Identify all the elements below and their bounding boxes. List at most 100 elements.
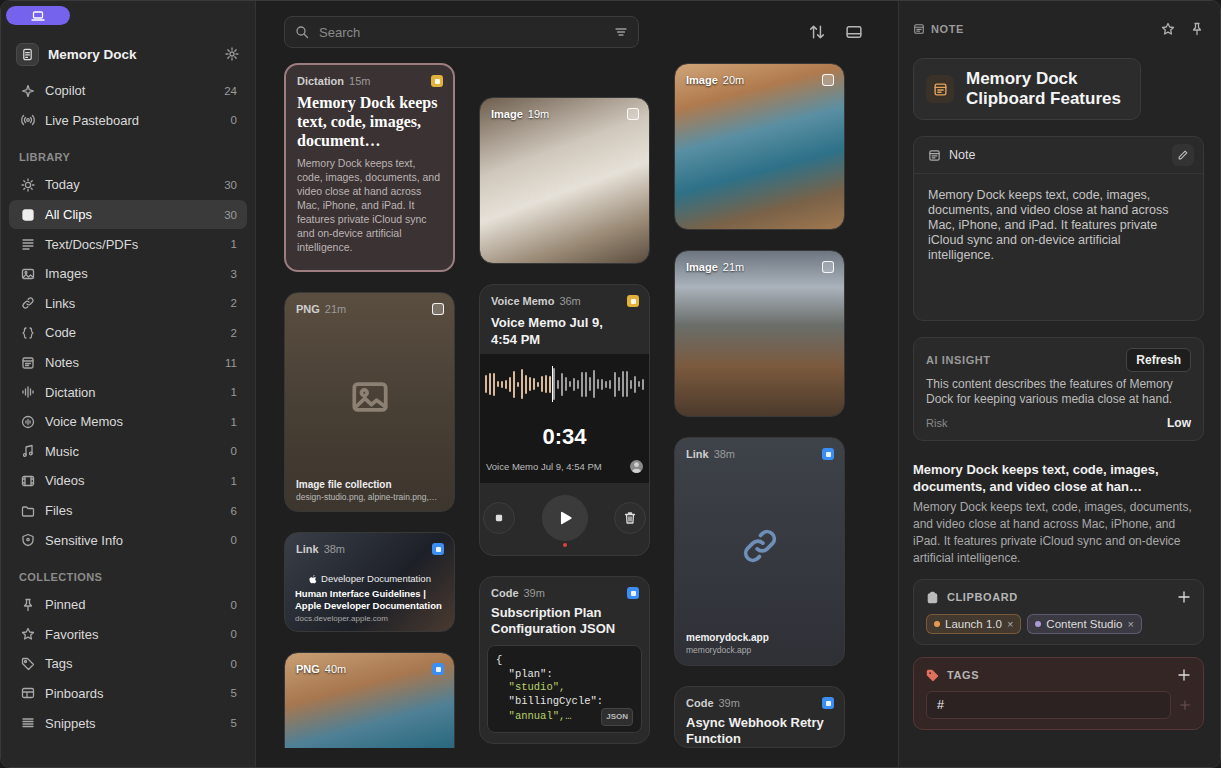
sidebar-count: 1 (231, 238, 237, 250)
sidebar-item[interactable]: Snippets5 (9, 708, 247, 738)
card-corner[interactable] (627, 108, 639, 120)
link-icon (740, 526, 780, 566)
card-header: Code39m (675, 687, 844, 709)
sidebar-item[interactable]: Pinned0 (9, 590, 247, 620)
card-corner[interactable] (627, 587, 639, 599)
card-corner[interactable] (822, 448, 834, 460)
clipboard-section: CLIPBOARDLaunch 1.0×Content Studio× (913, 579, 1204, 645)
add-tag-icon[interactable] (1179, 699, 1191, 711)
select-checkbox[interactable] (432, 303, 444, 315)
card-corner[interactable] (627, 295, 639, 307)
device-badge[interactable] (6, 6, 70, 25)
sidebar-item[interactable]: Files6 (9, 496, 247, 526)
delete-button[interactable] (614, 502, 646, 534)
search-field[interactable] (284, 16, 639, 48)
wave-bar (585, 372, 587, 397)
chip-remove[interactable]: × (1007, 618, 1013, 630)
card-corner[interactable] (432, 663, 444, 675)
star-icon[interactable] (1161, 22, 1175, 36)
detail-title: Memory Dock Clipboard Features (966, 69, 1126, 109)
pin-icon[interactable] (1190, 22, 1204, 36)
stop-button[interactable] (483, 502, 515, 534)
sidebar-item[interactable]: Sensitive Info0 (9, 525, 247, 555)
sidebar-item[interactable]: Tags0 (9, 649, 247, 679)
chip-remove[interactable]: × (1127, 618, 1133, 630)
clip-card[interactable]: Image19m (479, 97, 650, 264)
sidebar-item[interactable]: All Clips30 (9, 200, 247, 230)
card-body: Link38mDeveloper DocumentationHuman Inte… (285, 533, 454, 631)
plus-icon[interactable] (1177, 590, 1191, 604)
clip-card[interactable]: Code39mSubscription Plan Configuration J… (479, 576, 650, 744)
select-checkbox[interactable] (627, 108, 639, 120)
sidebar-item[interactable]: Copilot24 (9, 76, 247, 106)
code-preview: { "plan": "studio", "billingCycle": "ann… (487, 645, 642, 733)
note-text[interactable]: Memory Dock keeps text, code, images, do… (914, 174, 1203, 320)
sort-icon[interactable] (809, 24, 825, 40)
sidebar-count: 30 (224, 209, 237, 221)
card-corner[interactable] (822, 697, 834, 709)
select-checkbox[interactable] (822, 74, 834, 86)
filter-icon[interactable] (614, 25, 628, 39)
clip-card[interactable]: PNG21mImage file collectiondesign-studio… (284, 292, 455, 512)
card-corner[interactable] (431, 75, 443, 87)
card-corner[interactable] (822, 261, 834, 273)
sidebar-item[interactable]: Pinboards5 (9, 679, 247, 709)
sidebar-item[interactable]: Dictation1 (9, 377, 247, 407)
clip-card[interactable]: Link38mmemorydock.appmemorydock.app (674, 437, 845, 666)
tag-input-row: # (926, 691, 1191, 719)
sidebar-item[interactable]: Links2 (9, 289, 247, 319)
gear-icon[interactable] (225, 47, 239, 61)
source-app-glyph (435, 79, 440, 84)
sidebar-count: 0 (231, 114, 237, 126)
clip-card[interactable]: Dictation15mMemory Dock keeps text, code… (284, 63, 455, 272)
clip-card[interactable]: Image20m (674, 63, 845, 230)
plus-icon[interactable] (1177, 668, 1191, 682)
sidebar-item[interactable]: Images3 (9, 259, 247, 289)
detail-panel: NOTEMemory Dock Clipboard FeaturesNoteMe… (898, 1, 1220, 767)
play-button[interactable] (542, 495, 588, 541)
sidebar-item[interactable]: Text/Docs/PDFs1 (9, 229, 247, 259)
sidebar-item[interactable]: Today30 (9, 170, 247, 200)
sidebar-item[interactable]: Voice Memos1 (9, 407, 247, 437)
sidebar-item[interactable]: Music0 (9, 437, 247, 467)
card-age: 39m (719, 697, 740, 709)
edit-button[interactable] (1172, 144, 1194, 166)
sidebar-count: 2 (231, 297, 237, 309)
sidebar-item[interactable]: Code2 (9, 318, 247, 348)
sidebar-count: 1 (231, 386, 237, 398)
source-app-glyph (631, 591, 636, 596)
code-line: "studio", (496, 681, 633, 695)
wave-bar (513, 371, 515, 398)
clipboard-icon (926, 591, 939, 604)
code-line: "annual",… (496, 710, 572, 724)
sidebar-label: Pinboards (45, 686, 104, 701)
clipboard-chip[interactable]: Content Studio× (1027, 614, 1142, 634)
wave-bar (521, 369, 523, 399)
card-corner[interactable] (432, 543, 444, 555)
tag-input[interactable]: # (926, 691, 1171, 719)
clip-card[interactable]: Voice Memo36mVoice Memo Jul 9, 4:54 PM0:… (479, 284, 650, 556)
card-corner[interactable] (432, 303, 444, 315)
clip-card[interactable]: PNG40m (284, 652, 455, 748)
sidebar-item[interactable]: Live Pasteboard0 (9, 106, 247, 136)
clip-card[interactable]: Code39mAsync Webhook Retry Function (674, 686, 845, 748)
wave-bar (533, 378, 535, 390)
refresh-button[interactable]: Refresh (1126, 348, 1191, 372)
sidebar-header: Memory Dock (9, 37, 247, 71)
card-corner[interactable] (822, 74, 834, 86)
clip-card[interactable]: Image21m (674, 250, 845, 417)
sidebar-label: Favorites (45, 627, 98, 642)
sidebar-label: Tags (45, 656, 72, 671)
clipboard-chip[interactable]: Launch 1.0× (926, 614, 1021, 634)
layout-icon[interactable] (846, 24, 862, 40)
select-checkbox[interactable] (822, 261, 834, 273)
sidebar-count: 2 (231, 327, 237, 339)
sidebar-item[interactable]: Videos1 (9, 466, 247, 496)
sidebar-item[interactable]: Favorites0 (9, 620, 247, 650)
search-input[interactable] (317, 24, 606, 41)
wave-bar (573, 378, 575, 391)
chip-list: Launch 1.0× Content Studio× (926, 614, 1191, 634)
sidebar-item[interactable]: Notes11 (9, 348, 247, 378)
clip-card[interactable]: Link38mDeveloper DocumentationHuman Inte… (284, 532, 455, 632)
waveform[interactable] (485, 366, 644, 402)
